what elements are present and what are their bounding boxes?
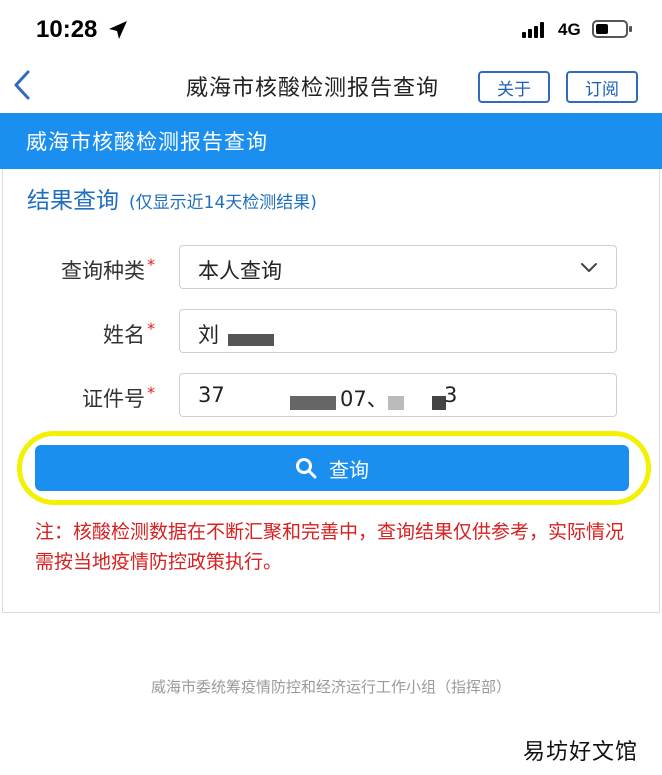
required-mark: *: [147, 255, 155, 274]
required-mark: *: [147, 383, 155, 402]
header-banner: 威海市核酸检测报告查询: [0, 113, 662, 169]
id-number-input[interactable]: 37 07、 3: [179, 373, 617, 417]
id-number-start: 37: [198, 383, 225, 407]
name-label: 姓名 *: [103, 319, 155, 347]
query-type-select[interactable]: 本人查询: [179, 245, 617, 289]
watermark-text: 易坊好文馆: [522, 740, 638, 765]
section-title: 结果查询 (仅显示近14天检测结果): [27, 181, 317, 215]
query-card: 结果查询 (仅显示近14天检测结果) 查询种类 * 本人查询 姓名 * 刘 证件号 *…: [2, 169, 660, 613]
query-button-label: 查询: [329, 457, 369, 482]
notice-text: 注：核酸检测数据在不断汇聚和完善中，查询结果仅供参考，实际情况需按当地疫情防控政…: [35, 521, 625, 573]
back-chevron-icon[interactable]: [10, 68, 36, 102]
status-bar: 10:28 4G: [0, 0, 662, 60]
redaction-block: [228, 334, 274, 346]
search-icon: [296, 458, 317, 479]
query-type-value: 本人查询: [198, 259, 282, 283]
location-arrow-icon: [109, 21, 127, 39]
required-mark: *: [147, 319, 155, 338]
query-type-label: 查询种类 *: [61, 255, 155, 283]
signal-icon: [522, 22, 544, 38]
nav-title: 威海市核酸检测报告查询: [186, 76, 440, 101]
redaction-block: [388, 396, 404, 410]
id-number-label: 证件号 *: [82, 383, 155, 411]
about-button[interactable]: 关于: [478, 71, 550, 103]
id-number-end: 3: [444, 383, 458, 407]
redaction-block: [290, 396, 336, 410]
id-number-mid: 07、: [340, 387, 388, 411]
banner-title: 威海市核酸检测报告查询: [26, 130, 268, 154]
nav-bar: 威海市核酸检测报告查询 关于 订阅: [0, 60, 662, 114]
name-value: 刘: [198, 323, 219, 347]
footer-text: 威海市委统筹疫情防控和经济运行工作小组（指挥部）: [150, 678, 511, 696]
status-time: 10:28: [36, 16, 98, 43]
network-type: 4G: [558, 20, 581, 39]
result-title: 结果查询: [27, 188, 119, 214]
subscribe-button[interactable]: 订阅: [566, 71, 638, 103]
chevron-down-icon: [581, 263, 597, 272]
name-input[interactable]: 刘: [179, 309, 617, 353]
query-button[interactable]: 查询: [35, 445, 629, 491]
battery-icon: [592, 20, 632, 38]
result-note: (仅显示近14天检测结果): [129, 193, 317, 213]
